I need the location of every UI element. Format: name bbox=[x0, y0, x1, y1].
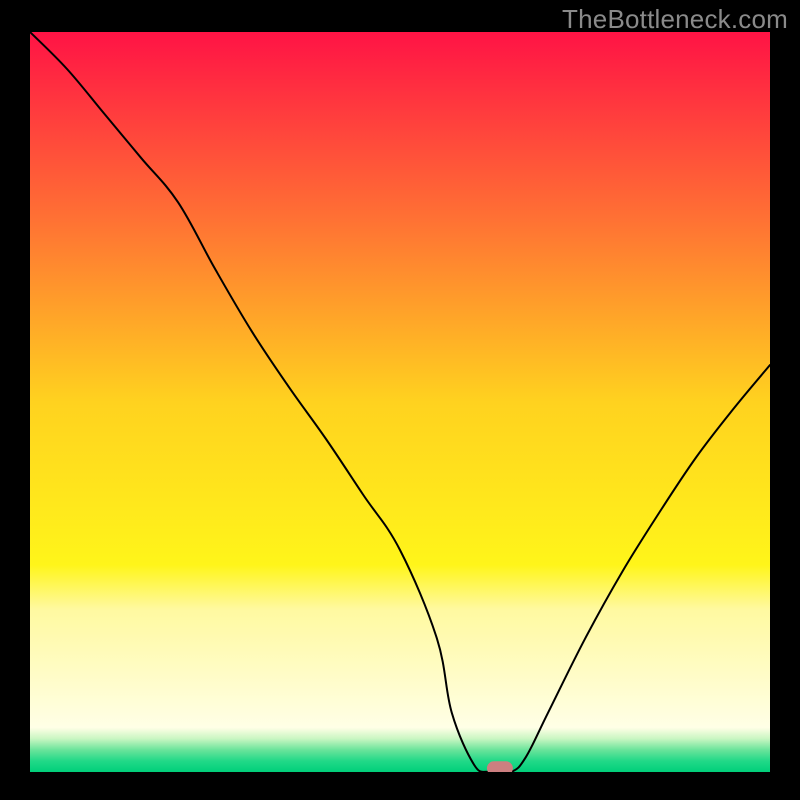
watermark-text: TheBottleneck.com bbox=[562, 4, 788, 35]
bottleneck-chart bbox=[0, 0, 800, 800]
